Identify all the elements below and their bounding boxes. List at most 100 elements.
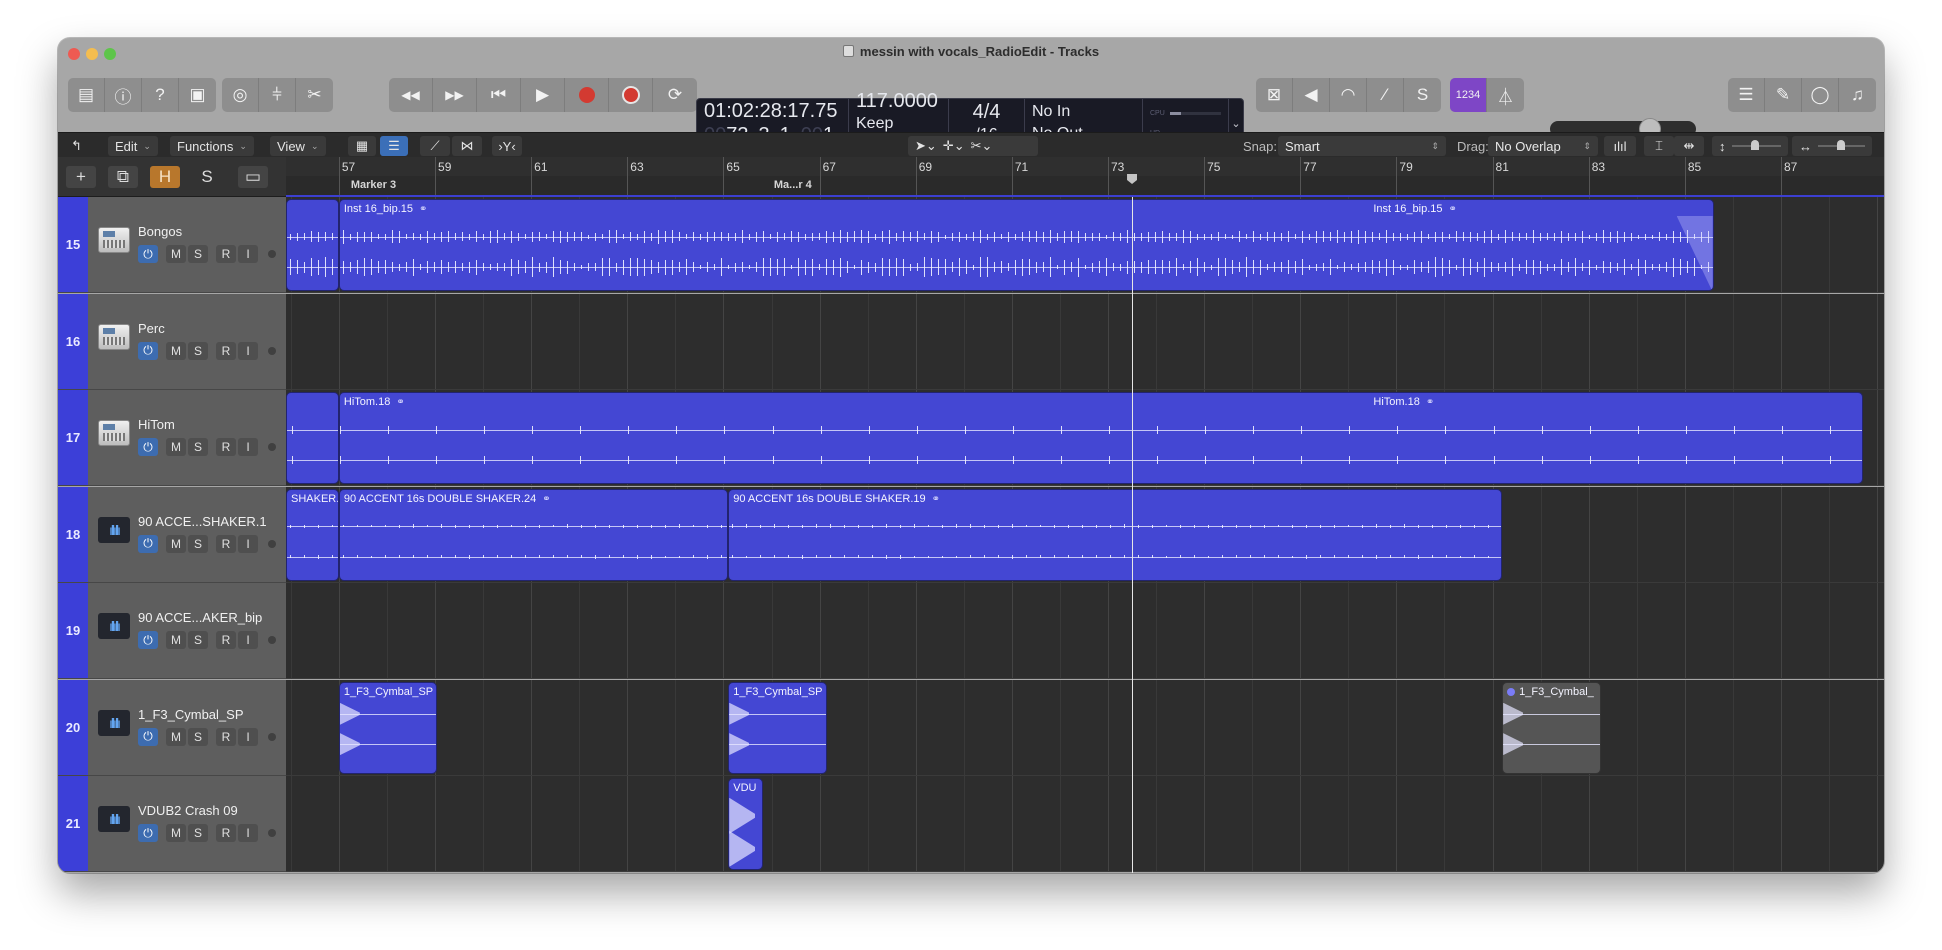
track-lane[interactable]: SHAKER. 90 ACCENT 16s DOUBLE SHAKER.24 ⚭ 90…: [286, 486, 1884, 583]
solo-button[interactable]: S: [188, 534, 208, 553]
read-button[interactable]: R: [216, 245, 236, 263]
cycle-icon[interactable]: ⟳: [653, 78, 697, 112]
horizontal-zoom-slider[interactable]: ↔: [1792, 136, 1872, 156]
fit-vertical-icon[interactable]: ⌶: [1644, 136, 1674, 156]
solo-button[interactable]: S: [188, 245, 208, 263]
track-lane[interactable]: [286, 583, 1884, 679]
input-monitor-button[interactable]: I: [238, 631, 258, 649]
track-name[interactable]: VDUB2 Crash 09: [138, 803, 238, 818]
smart-controls-icon[interactable]: ◎: [222, 78, 259, 112]
track-lane[interactable]: VDU: [286, 776, 1884, 872]
snap-select[interactable]: Smart ⇕: [1278, 136, 1446, 156]
region[interactable]: [286, 392, 339, 484]
mute-button[interactable]: M: [166, 438, 186, 456]
track-on-off-button[interactable]: ⏻: [138, 245, 158, 263]
mute-button[interactable]: M: [166, 824, 186, 842]
track-name[interactable]: 90 ACCE...SHAKER.1: [138, 514, 267, 529]
speaker-icon[interactable]: ◀: [1293, 78, 1330, 112]
count-in-button[interactable]: 1234: [1450, 78, 1487, 112]
read-button[interactable]: R: [216, 438, 236, 456]
track-on-off-button[interactable]: ⏻: [138, 534, 158, 553]
list-editors-icon[interactable]: ☰: [1728, 78, 1765, 112]
note-pads-icon[interactable]: ✎: [1765, 78, 1802, 112]
read-button[interactable]: R: [216, 631, 236, 649]
marker[interactable]: Ma...r 4: [774, 179, 812, 191]
loop-browser-icon[interactable]: ◯: [1802, 78, 1839, 112]
track-name[interactable]: Bongos: [138, 224, 182, 239]
flex-icon[interactable]: ⋈: [452, 136, 482, 156]
rewind-icon[interactable]: ◀◀: [389, 78, 433, 112]
read-button[interactable]: R: [216, 824, 236, 842]
region[interactable]: 1_F3_Cymbal_SP: [338, 681, 438, 774]
autopunch-icon[interactable]: ⁄: [1367, 78, 1404, 112]
region[interactable]: VDU: [728, 778, 763, 870]
track-header[interactable]: 19 ıllıllı 90 ACCE...AKER_bip ⏻ M S R I: [58, 583, 286, 679]
track-lane[interactable]: [286, 293, 1884, 390]
edit-menu[interactable]: Edit ⌄: [108, 136, 158, 156]
hide-tracks-button[interactable]: H: [150, 166, 180, 188]
catch-icon[interactable]: ›Y‹: [492, 136, 522, 156]
tuner-icon[interactable]: ◠: [1330, 78, 1367, 112]
input-monitor-button[interactable]: I: [238, 534, 258, 553]
read-button[interactable]: R: [216, 727, 236, 746]
mute-button[interactable]: M: [166, 727, 186, 746]
track-on-off-button[interactable]: ⏻: [138, 824, 158, 842]
view-menu[interactable]: View ⌄: [270, 136, 326, 156]
track-header[interactable]: 16 Perc ⏻ M S R I: [58, 293, 286, 390]
track-lane[interactable]: Inst 16_bip.15 ⚭ Inst 16_bip.15 ⚭: [286, 197, 1884, 293]
waveform-zoom-icon[interactable]: ılıl: [1604, 136, 1636, 156]
media-browser-icon[interactable]: ♫: [1839, 78, 1876, 112]
record-enable-button[interactable]: [268, 636, 276, 644]
record-enable-button[interactable]: [268, 443, 276, 451]
playhead[interactable]: [1132, 197, 1134, 873]
track-header[interactable]: 15 Bongos ⏻ M S R I: [58, 197, 286, 293]
fast-forward-icon[interactable]: ▶▶: [433, 78, 477, 112]
info-icon[interactable]: ⓘ: [105, 78, 142, 112]
solo-button[interactable]: S: [188, 341, 208, 360]
scissors-tool-icon[interactable]: ✂⌄: [971, 138, 993, 154]
record-enable-button[interactable]: [268, 250, 276, 258]
global-tracks-icon[interactable]: ▭: [238, 166, 268, 188]
track-header[interactable]: 21 ıllıllı VDUB2 Crash 09 ⏻ M S R I: [58, 776, 286, 872]
bar-ruler[interactable]: 57 59 61 63 65 67 69 71 73 75 77 79 81 83 85 87 Marker 3…: [286, 157, 1884, 197]
track-name[interactable]: HiTom: [138, 417, 175, 432]
library-icon[interactable]: ▤: [68, 78, 105, 112]
go-to-beginning-icon[interactable]: ⏮: [477, 78, 521, 112]
duplicate-track-icon[interactable]: ⧉: [108, 166, 138, 188]
region[interactable]: 1_F3_Cymbal_SP: [728, 681, 827, 774]
fade-out[interactable]: [1676, 216, 1713, 290]
record-enable-button[interactable]: [268, 829, 276, 837]
functions-menu[interactable]: Functions ⌄: [170, 136, 254, 156]
track-lane[interactable]: HiTom.18 ⚭ HiTom.18 ⚭: [286, 390, 1884, 486]
automation-icon[interactable]: ⟋: [420, 136, 450, 156]
track-header[interactable]: 20 ıllıllı 1_F3_Cymbal_SP ⏻ M S R I: [58, 679, 286, 776]
record-enable-button[interactable]: [268, 732, 276, 741]
add-track-button[interactable]: +: [66, 166, 96, 188]
track-on-off-button[interactable]: ⏻: [138, 341, 158, 360]
track-name[interactable]: 90 ACCE...AKER_bip: [138, 610, 262, 625]
track-lane[interactable]: 1_F3_Cymbal_SP 1_F3_Cymbal_SP 1_F3_Cymbal_: [286, 679, 1884, 776]
track-header[interactable]: 17 HiTom ⏻ M S R I: [58, 390, 286, 486]
replace-icon[interactable]: ⊠: [1256, 78, 1293, 112]
record-icon[interactable]: [565, 78, 609, 112]
vertical-zoom-slider[interactable]: ↕: [1712, 136, 1788, 156]
region[interactable]: HiTom.18 ⚭ HiTom.18 ⚭: [338, 392, 1863, 484]
capture-recording-icon[interactable]: [609, 78, 653, 112]
input-monitor-button[interactable]: I: [238, 438, 258, 456]
play-icon[interactable]: ▶: [521, 78, 565, 112]
input-monitor-button[interactable]: I: [238, 824, 258, 842]
record-enable-button[interactable]: [268, 539, 276, 548]
track-name[interactable]: Perc: [138, 321, 165, 336]
solo-button[interactable]: S: [188, 631, 208, 649]
list-view-icon[interactable]: ☰: [380, 136, 408, 156]
solo-button[interactable]: S: [188, 824, 208, 842]
track-on-off-button[interactable]: ⏻: [138, 438, 158, 456]
track-on-off-button[interactable]: ⏻: [138, 631, 158, 649]
mute-button[interactable]: M: [166, 534, 186, 553]
region[interactable]: SHAKER.: [286, 488, 339, 581]
help-icon[interactable]: ?: [142, 78, 179, 112]
metronome-icon[interactable]: ⏃: [1487, 78, 1524, 112]
mute-button[interactable]: M: [166, 341, 186, 360]
region[interactable]: 90 ACCENT 16s DOUBLE SHAKER.24 ⚭: [338, 488, 729, 581]
input-monitor-button[interactable]: I: [238, 727, 258, 746]
